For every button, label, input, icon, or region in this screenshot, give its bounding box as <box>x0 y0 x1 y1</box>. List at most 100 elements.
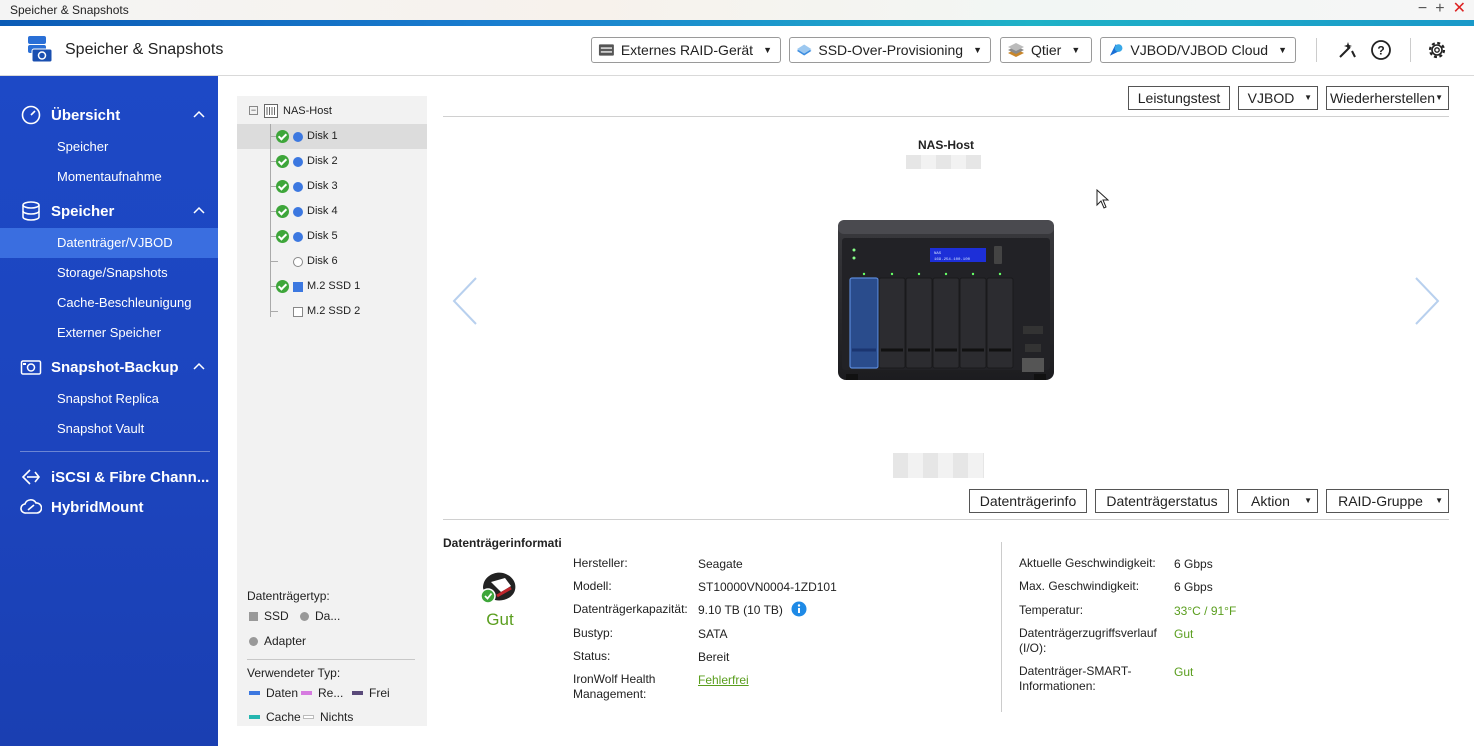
chevron-up-icon <box>193 110 205 118</box>
disk-info-heading: Datenträgerinformati <box>443 536 562 550</box>
info-column-divider <box>1001 542 1002 712</box>
window-title: Speicher & Snapshots <box>10 3 129 17</box>
disk-type-icon <box>293 182 303 192</box>
external-raid-label: Externes RAID-Gerät <box>620 42 754 58</box>
header-divider <box>1410 38 1411 62</box>
sidebar-item-disks-vjbod[interactable]: Datenträger/VJBOD <box>0 228 218 258</box>
sidebar-item-momentaufnahme[interactable]: Momentaufnahme <box>0 162 218 192</box>
benchmark-button[interactable]: Leistungstest <box>1128 86 1230 110</box>
tree-root[interactable]: − NAS-Host <box>237 99 427 124</box>
disk-type-icon <box>293 157 303 167</box>
status-ok-icon <box>276 130 289 143</box>
manufacturer-label: Hersteller: <box>573 556 628 570</box>
tree-item[interactable]: Disk 2 <box>237 149 427 174</box>
tree-branch <box>270 261 278 262</box>
sidebar-item-label: iSCSI & Fibre Chann... <box>51 468 210 486</box>
tree-item[interactable]: Disk 1 <box>237 124 427 149</box>
legend-none-label: Nichts <box>320 710 354 724</box>
sidebar-item-storage-snapshots[interactable]: Storage/Snapshots <box>0 258 218 288</box>
current-speed-label: Aktuelle Geschwindigkeit: <box>1019 556 1156 570</box>
disk-status-label: Datenträgerstatus <box>1106 493 1218 509</box>
restore-button[interactable]: Wiederherstellen ▼ <box>1326 86 1449 110</box>
bus-type-value: SATA <box>698 627 728 641</box>
prev-arrow-icon[interactable] <box>450 276 480 326</box>
tree-item[interactable]: Disk 6 <box>237 249 427 274</box>
close-icon[interactable]: ✕ <box>1453 0 1466 18</box>
ssd-overprovisioning-label: SSD-Over-Provisioning <box>818 42 964 58</box>
ssd-type-icon <box>293 282 303 292</box>
action-button[interactable]: Aktion ▼ <box>1237 489 1318 513</box>
max-speed-value: 6 Gbps <box>1174 580 1213 594</box>
sidebar-item-snapshot-replica[interactable]: Snapshot Replica <box>0 384 218 414</box>
tree-item-label: M.2 SSD 1 <box>307 280 361 292</box>
ssd-swatch <box>249 611 258 621</box>
smart-label: Datenträger-SMART-Informationen: <box>1019 664 1132 693</box>
vjbod-cloud-icon <box>1109 44 1123 56</box>
sidebar-item-cache[interactable]: Cache-Beschleunigung <box>0 288 218 318</box>
tree-item-label: M.2 SSD 2 <box>307 305 361 317</box>
ssd-icon <box>796 44 812 56</box>
chevron-down-icon: ▼ <box>1304 496 1312 505</box>
chevron-up-icon <box>193 206 205 214</box>
chevron-up-icon <box>193 362 205 370</box>
help-icon[interactable]: ? <box>1369 38 1393 62</box>
tools-icon[interactable] <box>1335 38 1359 62</box>
sidebar-group-overview[interactable]: Übersicht <box>0 100 218 130</box>
io-history-value: Gut <box>1174 627 1194 641</box>
qtier-button[interactable]: Qtier ▼ <box>1000 37 1092 63</box>
legend-divider <box>247 659 415 660</box>
svg-text:NAS: NAS <box>934 252 942 256</box>
legend-none: Nichts <box>303 710 353 724</box>
vjbod-cloud-label: VJBOD/VJBOD Cloud <box>1130 42 1269 58</box>
sidebar-group-snapshot-backup[interactable]: Snapshot-Backup <box>0 352 218 382</box>
mouse-cursor-icon <box>1096 189 1110 209</box>
maximize-icon[interactable]: + <box>1435 0 1444 18</box>
redacted-serial <box>906 155 981 169</box>
disk-info-button[interactable]: Datenträgerinfo <box>969 489 1087 513</box>
next-arrow-icon[interactable] <box>1412 276 1442 326</box>
smart-value: Gut <box>1174 665 1194 679</box>
device-title: NAS-Host <box>918 138 974 152</box>
free-swatch <box>352 691 363 695</box>
sidebar-group-storage[interactable]: Speicher <box>0 196 218 226</box>
sidebar-item-snapshot-vault[interactable]: Snapshot Vault <box>0 414 218 444</box>
manufacturer-value: Seagate <box>698 557 743 571</box>
external-raid-button[interactable]: Externes RAID-Gerät ▼ <box>591 37 781 63</box>
legend-used-title: Verwendeter Typ: <box>247 666 341 680</box>
tree-item[interactable]: Disk 3 <box>237 174 427 199</box>
ironwolf-link[interactable]: Fehlerfrei <box>698 673 749 687</box>
cache-swatch <box>249 715 260 719</box>
sidebar-item-iscsi[interactable]: iSCSI & Fibre Chann... <box>0 462 218 492</box>
vjbod-cloud-button[interactable]: VJBOD/VJBOD Cloud ▼ <box>1100 37 1296 63</box>
tree-item[interactable]: Disk 5 <box>237 224 427 249</box>
disk-status-button[interactable]: Datenträgerstatus <box>1095 489 1229 513</box>
tree-root-label: NAS-Host <box>283 105 332 117</box>
status-ok-icon <box>276 155 289 168</box>
info-icon[interactable] <box>791 601 807 617</box>
tree-item[interactable]: Disk 4 <box>237 199 427 224</box>
sidebar-item-hybridmount[interactable]: HybridMount <box>0 492 218 522</box>
sidebar-item-external-storage[interactable]: Externer Speicher <box>0 318 218 348</box>
tree-item[interactable]: M.2 SSD 1 <box>237 274 427 299</box>
sidebar: Übersicht Speicher Momentaufnahme Speich… <box>0 76 218 746</box>
data-swatch <box>249 691 260 695</box>
nas-host-icon <box>264 104 278 118</box>
model-label: Modell: <box>573 579 612 593</box>
legend-data: Daten <box>249 686 298 700</box>
status-label: Status: <box>573 649 611 663</box>
sidebar-item-speicher-overview[interactable]: Speicher <box>0 132 218 162</box>
raid-group-label: RAID-Gruppe <box>1338 493 1423 509</box>
toolbar-divider <box>443 116 1449 117</box>
vjbod-button[interactable]: VJBOD ▼ <box>1238 86 1318 110</box>
minimize-icon[interactable]: − <box>1418 0 1427 18</box>
legend-free-label: Frei <box>369 686 390 700</box>
legend-reserved-label: Re... <box>318 686 344 700</box>
svg-text:169.254.100.100: 169.254.100.100 <box>934 258 971 262</box>
max-speed-label: Max. Geschwindigkeit: <box>1019 579 1140 593</box>
tree-item[interactable]: M.2 SSD 2 <box>237 299 427 324</box>
raid-group-button[interactable]: RAID-Gruppe ▼ <box>1326 489 1449 513</box>
settings-icon[interactable] <box>1425 38 1449 62</box>
collapse-icon[interactable]: − <box>249 106 258 115</box>
temperature-value: 33°C / 91°F <box>1174 604 1237 618</box>
ssd-overprovisioning-button[interactable]: SSD-Over-Provisioning ▼ <box>789 37 991 63</box>
